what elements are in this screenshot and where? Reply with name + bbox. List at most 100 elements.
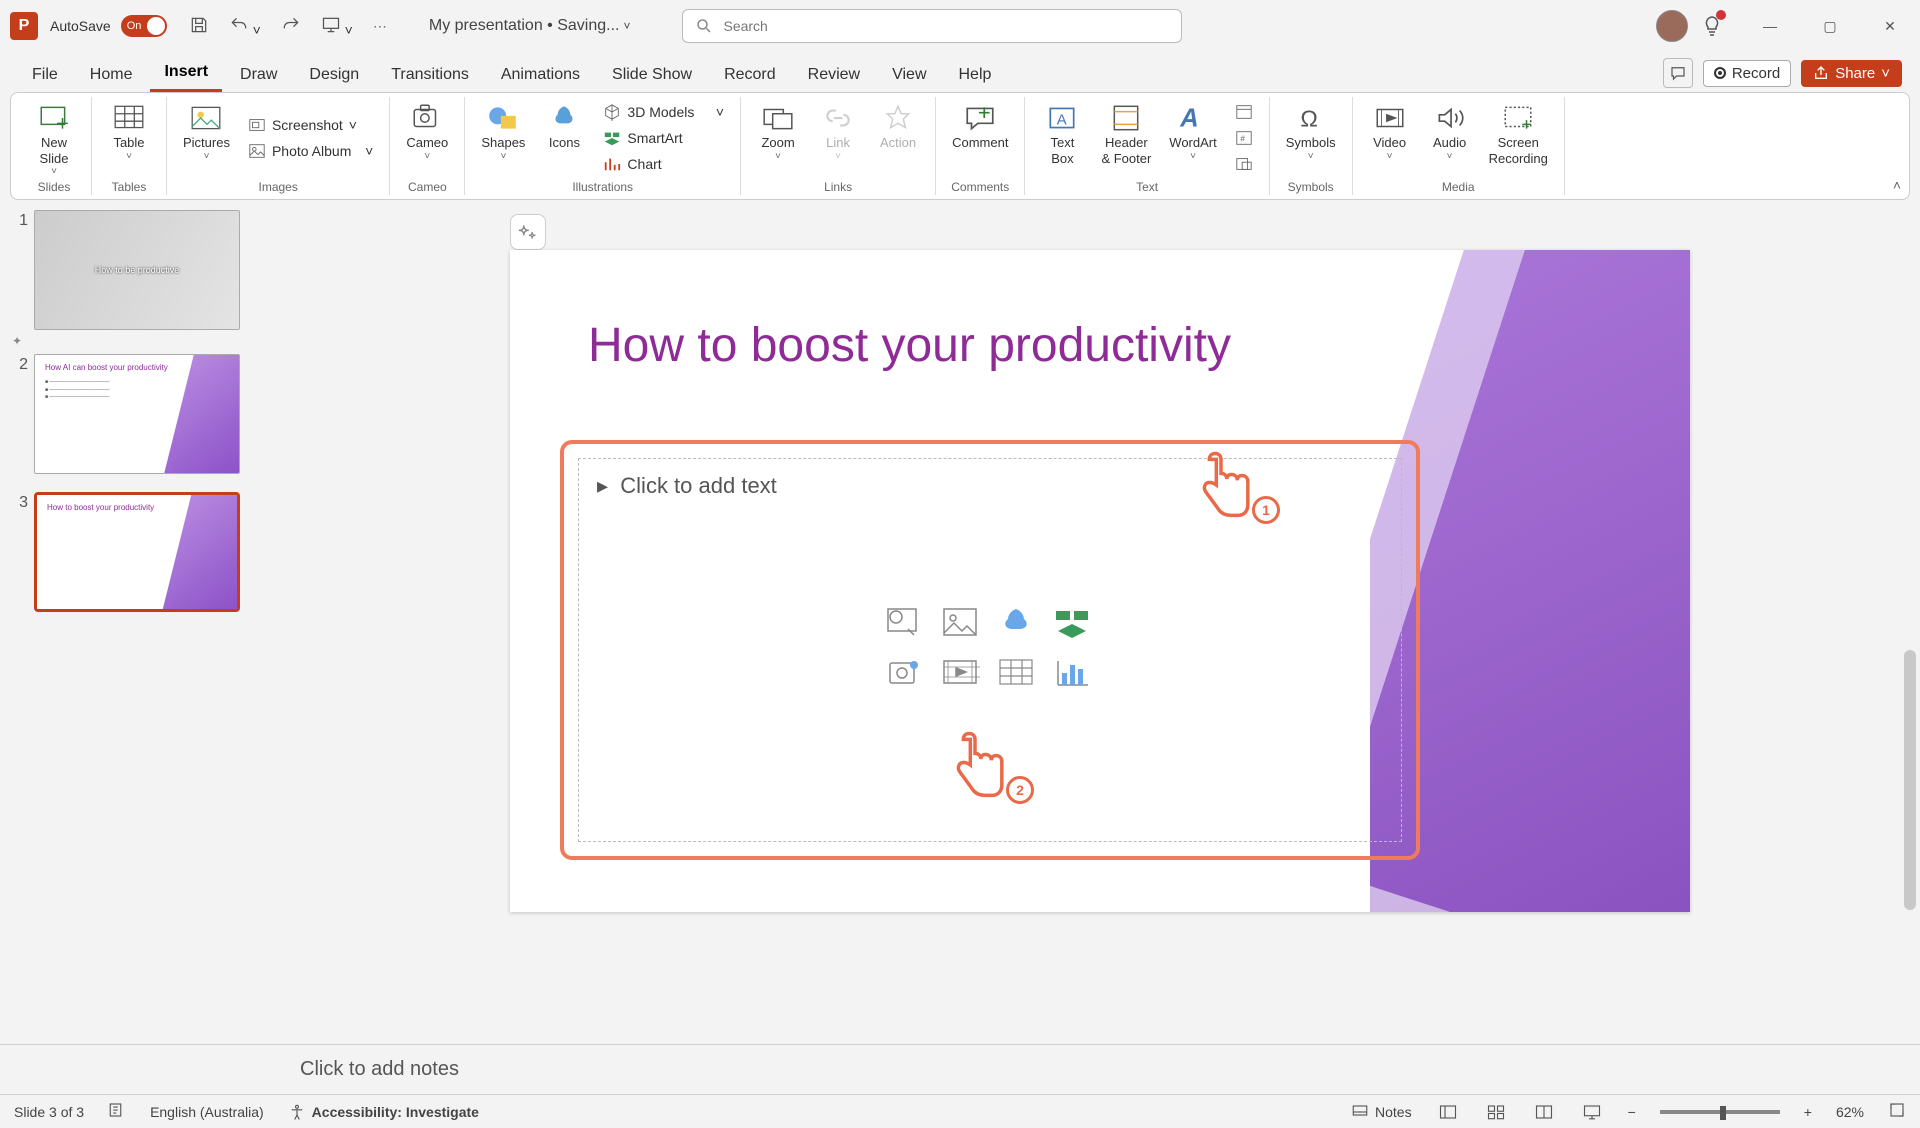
zoom-slider[interactable]	[1660, 1110, 1780, 1114]
slide-thumbnails: 1 How to be productive ✦ 2 How AI can bo…	[0, 200, 280, 1044]
status-bar: Slide 3 of 3 English (Australia) Accessi…	[0, 1094, 1920, 1128]
insert-picture-icon[interactable]	[940, 605, 980, 639]
insert-video-icon[interactable]	[940, 655, 980, 689]
date-time-button[interactable]	[1229, 101, 1259, 123]
slide-editor[interactable]: How to boost your productivity ▸ Click t…	[280, 200, 1920, 1044]
insert-cameo-icon[interactable]	[884, 655, 924, 689]
object-button[interactable]	[1229, 153, 1259, 175]
zoom-in-button[interactable]: +	[1804, 1104, 1812, 1120]
tab-insert[interactable]: Insert	[150, 55, 222, 92]
redo-icon[interactable]	[281, 15, 301, 38]
record-icon	[1714, 67, 1726, 79]
tab-record[interactable]: Record	[710, 58, 790, 92]
insert-stock-image-icon[interactable]	[884, 605, 924, 639]
save-icon[interactable]	[189, 15, 209, 38]
comments-pane-button[interactable]	[1663, 58, 1693, 88]
vertical-scrollbar[interactable]	[1900, 200, 1918, 1044]
notes-placeholder: Click to add notes	[300, 1058, 459, 1081]
slide-number-button[interactable]: #	[1229, 127, 1259, 149]
link-button: Link˅	[811, 99, 865, 167]
cameo-button[interactable]: Cameo˅	[400, 99, 454, 167]
shapes-button[interactable]: Shapes˅	[475, 99, 531, 167]
document-title[interactable]: My presentation • Saving... ˅	[429, 17, 631, 35]
tab-review[interactable]: Review	[794, 58, 874, 92]
autosave-toggle[interactable]: On	[121, 15, 167, 37]
tab-slide-show[interactable]: Slide Show	[598, 58, 706, 92]
zoom-out-button[interactable]: −	[1628, 1104, 1636, 1120]
screenshot-button[interactable]: Screenshot ˅	[242, 114, 379, 136]
thumbnail-2[interactable]: How AI can boost your productivity ■ ———…	[34, 354, 240, 474]
slideshow-view-icon[interactable]	[1580, 1102, 1604, 1122]
new-slide-button[interactable]: New Slide˅	[27, 99, 81, 182]
reading-view-icon[interactable]	[1532, 1102, 1556, 1122]
normal-view-icon[interactable]	[1436, 1102, 1460, 1122]
annotation-pointer-2: 2	[940, 730, 1010, 800]
tab-file[interactable]: File	[18, 58, 72, 92]
thumbnail-1[interactable]: How to be productive	[34, 210, 240, 330]
smartart-button[interactable]: SmartArt	[597, 127, 730, 149]
fit-to-window-icon[interactable]	[1888, 1101, 1906, 1122]
language-button[interactable]: English (Australia)	[150, 1104, 264, 1120]
action-button: Action	[871, 99, 925, 155]
comment-button[interactable]: Comment	[946, 99, 1014, 155]
pictures-button[interactable]: Pictures˅	[177, 99, 236, 167]
tab-design[interactable]: Design	[295, 58, 373, 92]
autosave-label: AutoSave	[50, 18, 111, 34]
photo-album-button[interactable]: Photo Album ˅	[242, 140, 379, 162]
insert-icon-icon[interactable]	[996, 605, 1036, 639]
slide-title[interactable]: How to boost your productivity	[588, 318, 1231, 373]
zoom-button[interactable]: Zoom˅	[751, 99, 805, 167]
accessibility-button[interactable]: Accessibility: Investigate	[288, 1103, 479, 1121]
search-input[interactable]: Search	[682, 9, 1182, 43]
audio-button[interactable]: Audio˅	[1423, 99, 1477, 167]
3d-models-button[interactable]: 3D Models ˅	[597, 101, 730, 123]
tab-transitions[interactable]: Transitions	[377, 58, 483, 92]
sorter-view-icon[interactable]	[1484, 1102, 1508, 1122]
wordart-button[interactable]: A WordArt˅	[1163, 99, 1222, 167]
tab-view[interactable]: View	[878, 58, 940, 92]
svg-text:A: A	[1057, 112, 1067, 128]
notes-toggle[interactable]: Notes	[1351, 1103, 1412, 1121]
app-icon: P	[10, 12, 38, 40]
symbols-button[interactable]: Ω Symbols˅	[1280, 99, 1342, 167]
insert-chart-icon[interactable]	[1052, 655, 1092, 689]
maximize-button[interactable]: ▢	[1810, 10, 1850, 42]
annotation-pointer-1: 1	[1186, 450, 1256, 520]
icons-button[interactable]: Icons	[537, 99, 591, 155]
tab-animations[interactable]: Animations	[487, 58, 594, 92]
text-box-button[interactable]: A Text Box	[1035, 99, 1089, 170]
minimize-button[interactable]: —	[1750, 10, 1790, 42]
screen-recording-button[interactable]: Screen Recording	[1483, 99, 1554, 170]
svg-text:Ω: Ω	[1300, 106, 1317, 132]
copilot-button[interactable]	[510, 214, 546, 250]
insert-smartart-icon[interactable]	[1052, 605, 1092, 639]
annotation-highlight-box: ▸ Click to add text 1	[560, 440, 1420, 860]
spellcheck-icon[interactable]	[108, 1101, 126, 1122]
content-placeholder-icons	[884, 605, 1096, 695]
thumbnail-3[interactable]: How to boost your productivity	[34, 492, 240, 612]
slide-canvas[interactable]: How to boost your productivity ▸ Click t…	[510, 250, 1690, 912]
qat-more-icon[interactable]: ⋯	[373, 18, 387, 35]
slide-counter[interactable]: Slide 3 of 3	[14, 1104, 84, 1120]
record-button[interactable]: Record	[1703, 60, 1791, 87]
tab-home[interactable]: Home	[76, 58, 147, 92]
user-avatar[interactable]	[1656, 10, 1688, 42]
close-button[interactable]: ✕	[1870, 10, 1910, 42]
search-placeholder: Search	[723, 18, 767, 34]
insert-table-icon[interactable]	[996, 655, 1036, 689]
zoom-level[interactable]: 62%	[1836, 1104, 1864, 1120]
header-footer-button[interactable]: Header & Footer	[1095, 99, 1157, 170]
present-icon[interactable]: ˅	[321, 15, 353, 38]
placeholder-text: Click to add text	[620, 473, 777, 498]
chart-button[interactable]: Chart	[597, 153, 730, 175]
video-button[interactable]: Video˅	[1363, 99, 1417, 167]
share-button[interactable]: Share ˅	[1801, 60, 1902, 87]
undo-icon[interactable]: ˅	[229, 15, 261, 38]
notes-pane[interactable]: Click to add notes	[0, 1044, 1920, 1094]
coming-soon-icon[interactable]	[1700, 14, 1724, 38]
tab-draw[interactable]: Draw	[226, 58, 291, 92]
tab-help[interactable]: Help	[945, 58, 1006, 92]
svg-text:#: #	[1240, 135, 1245, 144]
collapse-ribbon-icon[interactable]: ˄	[1893, 177, 1901, 193]
table-button[interactable]: Table˅	[102, 99, 156, 167]
